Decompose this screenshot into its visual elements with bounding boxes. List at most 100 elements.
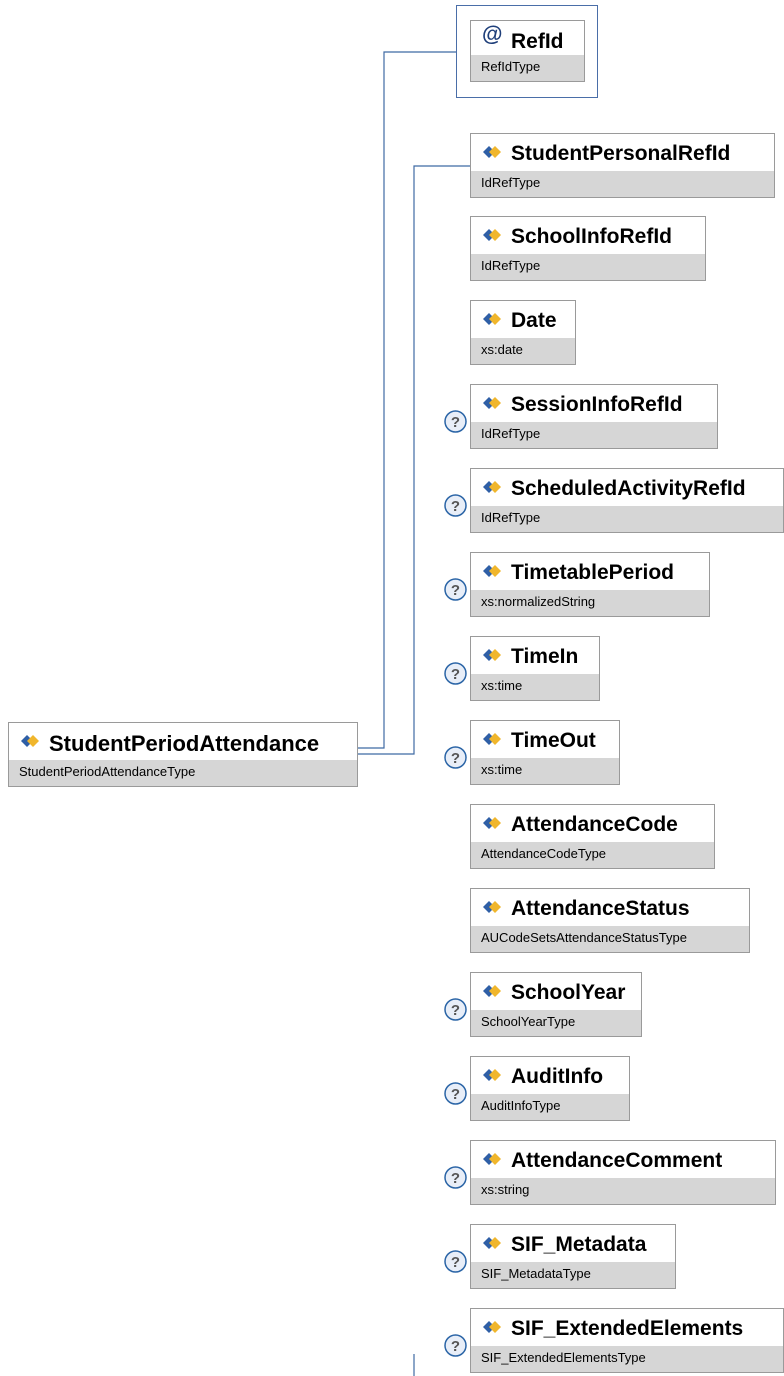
type-bar: xs:string: [471, 1178, 775, 1204]
type-bar: IdRefType: [471, 171, 774, 197]
type-bar: xs:normalizedString: [471, 590, 709, 616]
type-bar: SchoolYearType: [471, 1010, 641, 1036]
svg-text:?: ?: [451, 1254, 460, 1271]
element-diamond-icon: [483, 146, 501, 158]
attribute-name: RefId: [511, 30, 564, 53]
element-diamond-icon: [483, 1153, 501, 1165]
element-name: AttendanceStatus: [511, 897, 690, 920]
element-diamond-icon: [483, 733, 501, 745]
question-mark-icon: ?: [444, 1082, 467, 1105]
question-mark-icon: ?: [444, 1334, 467, 1357]
type-bar: SIF_ExtendedElementsType: [471, 1346, 783, 1372]
element-sif-metadata[interactable]: SIF_Metadata SIF_MetadataType: [470, 1224, 676, 1289]
svg-text:?: ?: [451, 582, 460, 599]
type-bar: AUCodeSetsAttendanceStatusType: [471, 926, 749, 952]
element-diamond-icon: [483, 397, 501, 409]
element-attendancecomment[interactable]: AttendanceComment xs:string: [470, 1140, 776, 1205]
question-mark-icon: ?: [444, 1250, 467, 1273]
element-name: Date: [511, 309, 557, 332]
question-mark-icon: ?: [444, 746, 467, 769]
element-name: SIF_ExtendedElements: [511, 1317, 744, 1340]
element-diamond-icon: [21, 735, 39, 747]
type-bar: SIF_MetadataType: [471, 1262, 675, 1288]
element-schoolinforefid[interactable]: SchoolInfoRefId IdRefType: [470, 216, 706, 281]
type-bar: IdRefType: [471, 254, 705, 280]
attribute-refid[interactable]: @ RefId RefIdType: [470, 20, 585, 82]
element-schoolyear[interactable]: SchoolYear SchoolYearType: [470, 972, 642, 1037]
question-mark-icon: ?: [444, 578, 467, 601]
svg-text:?: ?: [451, 666, 460, 683]
question-mark-icon: ?: [444, 1166, 467, 1189]
element-diamond-icon: [483, 565, 501, 577]
element-sessioninforefid[interactable]: SessionInfoRefId IdRefType: [470, 384, 718, 449]
element-diamond-icon: [483, 481, 501, 493]
element-diamond-icon: [483, 1069, 501, 1081]
element-name: AttendanceComment: [511, 1149, 723, 1172]
element-type: AttendanceCodeType: [481, 846, 607, 861]
svg-text:?: ?: [451, 1086, 460, 1103]
element-diamond-icon: [483, 649, 501, 661]
type-bar: RefIdType: [471, 55, 584, 81]
element-timetableperiod[interactable]: TimetablePeriod xs:normalizedString: [470, 552, 710, 617]
element-name: StudentPersonalRefId: [511, 142, 731, 165]
element-diamond-icon: [483, 901, 501, 913]
question-mark-icon: ?: [444, 998, 467, 1021]
element-timein[interactable]: TimeIn xs:time: [470, 636, 600, 701]
root-element-name: StudentPeriodAttendance: [49, 731, 320, 756]
element-name: AttendanceCode: [511, 813, 678, 836]
type-bar: StudentPeriodAttendanceType: [9, 760, 357, 786]
element-sif-extendedelements[interactable]: SIF_ExtendedElements SIF_ExtendedElements…: [470, 1308, 784, 1373]
svg-text:?: ?: [451, 498, 460, 515]
svg-text:?: ?: [451, 1338, 460, 1355]
element-name: TimeOut: [511, 729, 596, 752]
question-mark-icon: ?: [444, 410, 467, 433]
element-timeout[interactable]: TimeOut xs:time: [470, 720, 620, 785]
element-scheduledactivityrefid[interactable]: ScheduledActivityRefId IdRefType: [470, 468, 784, 533]
element-name: TimeIn: [511, 645, 579, 668]
attribute-type: RefIdType: [481, 59, 541, 74]
element-name: AuditInfo: [511, 1065, 604, 1088]
question-mark-icon: ?: [444, 494, 467, 517]
element-type: xs:normalizedString: [481, 594, 596, 609]
type-bar: IdRefType: [471, 422, 717, 448]
svg-text:?: ?: [451, 414, 460, 431]
element-type: SIF_ExtendedElementsType: [481, 1350, 646, 1365]
type-bar: xs:time: [471, 758, 619, 784]
element-type: IdRefType: [481, 510, 541, 525]
root-element-type: StudentPeriodAttendanceType: [19, 764, 196, 779]
element-studentpersonalrefid[interactable]: StudentPersonalRefId IdRefType: [470, 133, 775, 198]
element-type: IdRefType: [481, 426, 541, 441]
element-attendancestatus[interactable]: AttendanceStatus AUCodeSetsAttendanceStat…: [470, 888, 750, 953]
element-type: AuditInfoType: [481, 1098, 561, 1113]
element-attendancecode[interactable]: AttendanceCode AttendanceCodeType: [470, 804, 715, 869]
element-name: SessionInfoRefId: [511, 393, 683, 416]
element-type: IdRefType: [481, 175, 541, 190]
element-name: SchoolInfoRefId: [511, 225, 672, 248]
svg-text:?: ?: [451, 1002, 460, 1019]
element-type: SchoolYearType: [481, 1014, 576, 1029]
element-type: IdRefType: [481, 258, 541, 273]
element-type: xs:date: [481, 342, 523, 357]
element-date[interactable]: Date xs:date: [470, 300, 576, 365]
element-name: ScheduledActivityRefId: [511, 477, 746, 500]
element-diamond-icon: [483, 1237, 501, 1249]
element-diamond-icon: [483, 817, 501, 829]
element-type: AUCodeSetsAttendanceStatusType: [481, 930, 687, 945]
svg-text:?: ?: [451, 1170, 460, 1187]
element-type: xs:string: [481, 1182, 530, 1197]
element-type: SIF_MetadataType: [481, 1266, 591, 1281]
type-bar: xs:date: [471, 338, 575, 364]
type-bar: AttendanceCodeType: [471, 842, 714, 868]
element-diamond-icon: [483, 313, 501, 325]
element-name: SchoolYear: [511, 981, 626, 1004]
root-element[interactable]: StudentPeriodAttendance StudentPeriodAtt…: [8, 722, 358, 787]
element-name: SIF_Metadata: [511, 1233, 647, 1256]
element-diamond-icon: [483, 985, 501, 997]
element-auditinfo[interactable]: AuditInfo AuditInfoType: [470, 1056, 630, 1121]
type-bar: xs:time: [471, 674, 599, 700]
element-name: TimetablePeriod: [511, 561, 674, 584]
element-type: xs:time: [481, 678, 523, 693]
element-type: xs:time: [481, 762, 523, 777]
element-diamond-icon: [483, 1321, 501, 1333]
question-mark-icon: ?: [444, 662, 467, 685]
